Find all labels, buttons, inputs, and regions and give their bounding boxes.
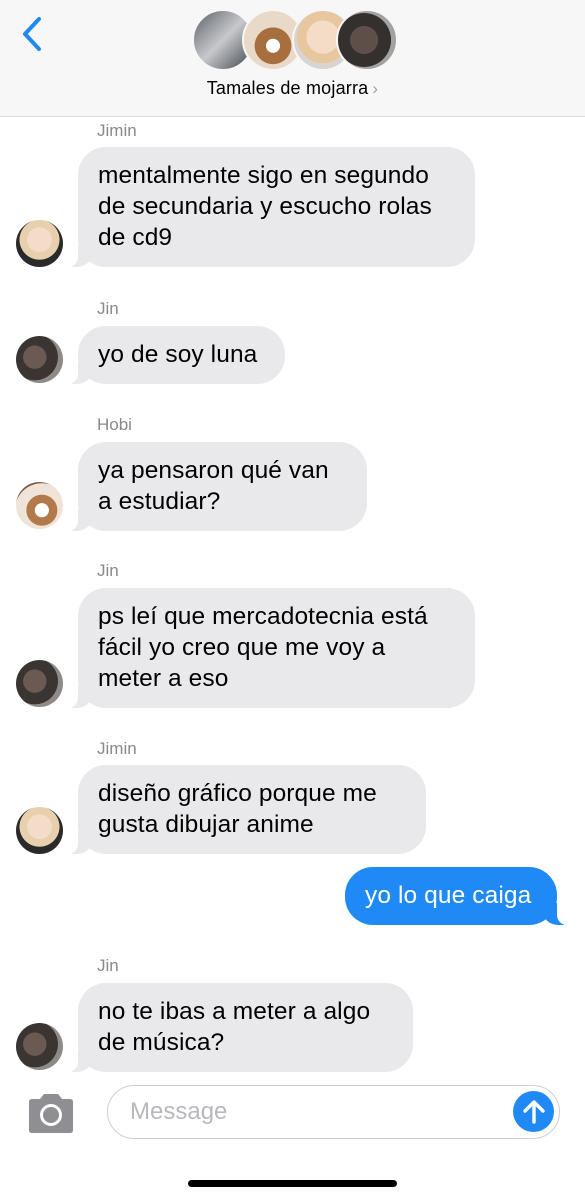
message-input[interactable] [130, 1086, 500, 1137]
message-bubble[interactable]: ya pensaron qué van a estudiar? [64, 442, 367, 531]
send-button[interactable] [513, 1091, 554, 1132]
avatar[interactable] [16, 220, 63, 267]
camera-button[interactable] [26, 1092, 76, 1134]
message-bubble[interactable]: ps leí que mercadotecnia está fácil yo c… [64, 588, 475, 708]
home-indicator[interactable] [188, 1180, 397, 1187]
sender-name: Hobi [97, 415, 132, 434]
message-bubble[interactable]: no te ibas a meter a algo de música? [64, 983, 413, 1072]
message-bubble[interactable]: mentalmente sigo en segundo de secundari… [64, 147, 475, 267]
camera-icon [29, 1094, 73, 1133]
message-bubble[interactable]: yo de soy luna [64, 326, 285, 384]
message-bubble-sent[interactable]: yo lo que caiga [345, 867, 571, 925]
conversation-header: Tamales de mojarra › [0, 0, 585, 117]
avatar[interactable] [16, 807, 63, 854]
sender-name: Jimin [97, 121, 137, 140]
sender-name: Jin [97, 956, 119, 975]
avatar [336, 9, 398, 71]
back-button[interactable] [14, 14, 50, 54]
avatar[interactable] [16, 336, 63, 383]
arrow-up-icon [522, 1099, 545, 1124]
message-bubble[interactable]: diseño gráfico porque me gusta dibujar a… [64, 765, 426, 854]
avatar[interactable] [16, 660, 63, 707]
message-field[interactable] [107, 1085, 560, 1139]
message-thread[interactable]: Jimin mentalmente sigo en segundo de sec… [0, 117, 585, 1073]
sender-name: Jin [97, 561, 119, 580]
group-name[interactable]: Tamales de mojarra › [0, 78, 585, 99]
group-name-label: Tamales de mojarra [206, 78, 369, 98]
chevron-left-icon [23, 17, 41, 51]
sender-name: Jin [97, 299, 119, 318]
group-avatar-stack[interactable] [192, 9, 398, 71]
avatar[interactable] [16, 482, 63, 529]
avatar[interactable] [16, 1023, 63, 1070]
sender-name: Jimin [97, 739, 137, 758]
chevron-right-icon: › [372, 79, 379, 98]
